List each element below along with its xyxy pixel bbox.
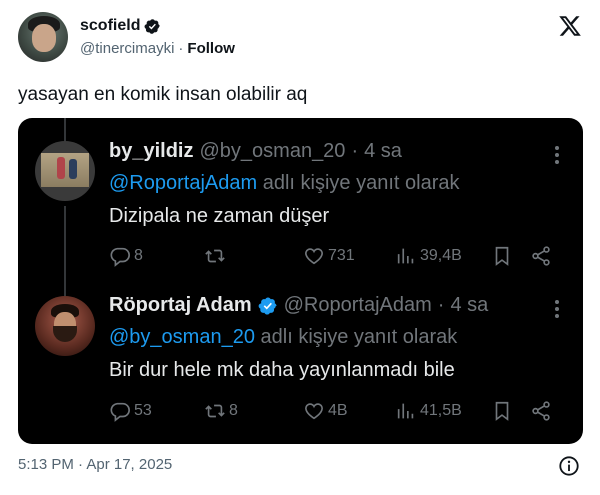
reply-context-text: adlı kişiye yanıt olarak — [257, 172, 460, 194]
more-dots-icon — [555, 300, 559, 321]
views-icon — [397, 403, 414, 419]
reply-avatar — [35, 141, 95, 201]
reply-mention: @by_osman_20 — [109, 326, 255, 348]
heart-icon — [305, 248, 323, 265]
reply-count-value: 8 — [134, 247, 143, 264]
verified-badge-icon — [145, 18, 161, 34]
x-logo-icon[interactable] — [558, 14, 582, 38]
reply-handle: @by_osman_20 — [199, 140, 346, 162]
reply-name: Röportaj Adam — [109, 294, 252, 316]
reply-row: Röportaj Adam @RoportajAdam · 4 sa @by_o… — [18, 288, 583, 444]
reply-dot: · — [351, 140, 359, 162]
retweet-icon — [205, 249, 225, 263]
reply-body: Bir dur hele mk daha yayınlanmadı bile — [109, 359, 455, 381]
tweet-text: yasayan en komik insan olabilir aq — [18, 84, 308, 105]
reply-count-value: 53 — [134, 402, 152, 419]
retweet-count-value: 8 — [229, 402, 238, 419]
tweet-header: scofield @tinercimayki · Follow — [18, 12, 584, 68]
reply-context-text: adlı kişiye yanıt olarak — [254, 326, 458, 348]
bookmark-icon — [495, 246, 509, 266]
views-count: 39,4B — [395, 245, 462, 267]
views-count-value: 41,5B — [420, 402, 462, 419]
like-count: 731 — [303, 245, 355, 267]
reply-context: @by_osman_20 adlı kişiye yanıt olarak — [109, 326, 457, 349]
tweet-timestamp[interactable]: 5:13 PM · Apr 17, 2025 — [18, 456, 172, 473]
reply-body: Dizipala ne zaman düşer — [109, 205, 330, 227]
more-dots-icon — [555, 146, 559, 167]
reply-time: 4 sa — [450, 294, 489, 316]
retweet-count: 8 — [204, 400, 238, 422]
views-count-value: 39,4B — [420, 247, 462, 264]
reply-time: 4 sa — [364, 140, 402, 162]
reply-actions: 53 8 4B 41,5B — [109, 400, 559, 424]
share-icon — [532, 246, 550, 266]
reply-mention: @RoportajAdam — [109, 172, 258, 194]
reply-count: 53 — [109, 400, 152, 422]
reply-context: @RoportajAdam adlı kişiye yanıt olarak — [109, 172, 459, 195]
author-handle-row: @tinercimayki · Follow — [80, 40, 235, 57]
reply-icon — [110, 402, 130, 422]
like-count: 4B — [303, 400, 348, 422]
author-display-name[interactable]: scofield — [80, 17, 140, 35]
reply-handle: @RoportajAdam — [283, 294, 432, 316]
heart-icon — [305, 403, 323, 420]
like-count-value: 731 — [328, 247, 355, 264]
reply-icon — [110, 247, 130, 267]
reply-dot: · — [437, 294, 445, 316]
verified-badge-icon — [258, 296, 277, 315]
reply-header: Röportaj Adam @RoportajAdam · 4 sa — [109, 294, 488, 317]
reply-avatar — [35, 296, 95, 356]
retweet-count — [204, 245, 229, 267]
views-count: 41,5B — [395, 400, 462, 422]
reply-actions: 8 731 39,4B — [109, 245, 559, 269]
views-icon — [397, 248, 414, 264]
reply-row: by_yildiz @by_osman_20 · 4 sa @RoportajA… — [18, 118, 583, 288]
share-icon — [532, 401, 550, 421]
reply-header: by_yildiz @by_osman_20 · 4 sa — [109, 140, 402, 163]
follow-button[interactable]: Follow — [187, 40, 235, 57]
handle-separator: · — [178, 40, 184, 57]
author-handle[interactable]: @tinercimayki — [80, 40, 174, 57]
like-count-value: 4B — [328, 402, 348, 419]
bookmark-icon — [495, 401, 509, 421]
embedded-screenshot[interactable]: by_yildiz @by_osman_20 · 4 sa @RoportajA… — [18, 118, 583, 444]
author-name-row: scofield — [80, 17, 161, 35]
reply-name: by_yildiz — [109, 140, 194, 162]
author-avatar[interactable] — [18, 12, 68, 62]
info-icon[interactable] — [558, 455, 580, 477]
retweet-icon — [205, 404, 225, 418]
reply-count: 8 — [109, 245, 143, 267]
